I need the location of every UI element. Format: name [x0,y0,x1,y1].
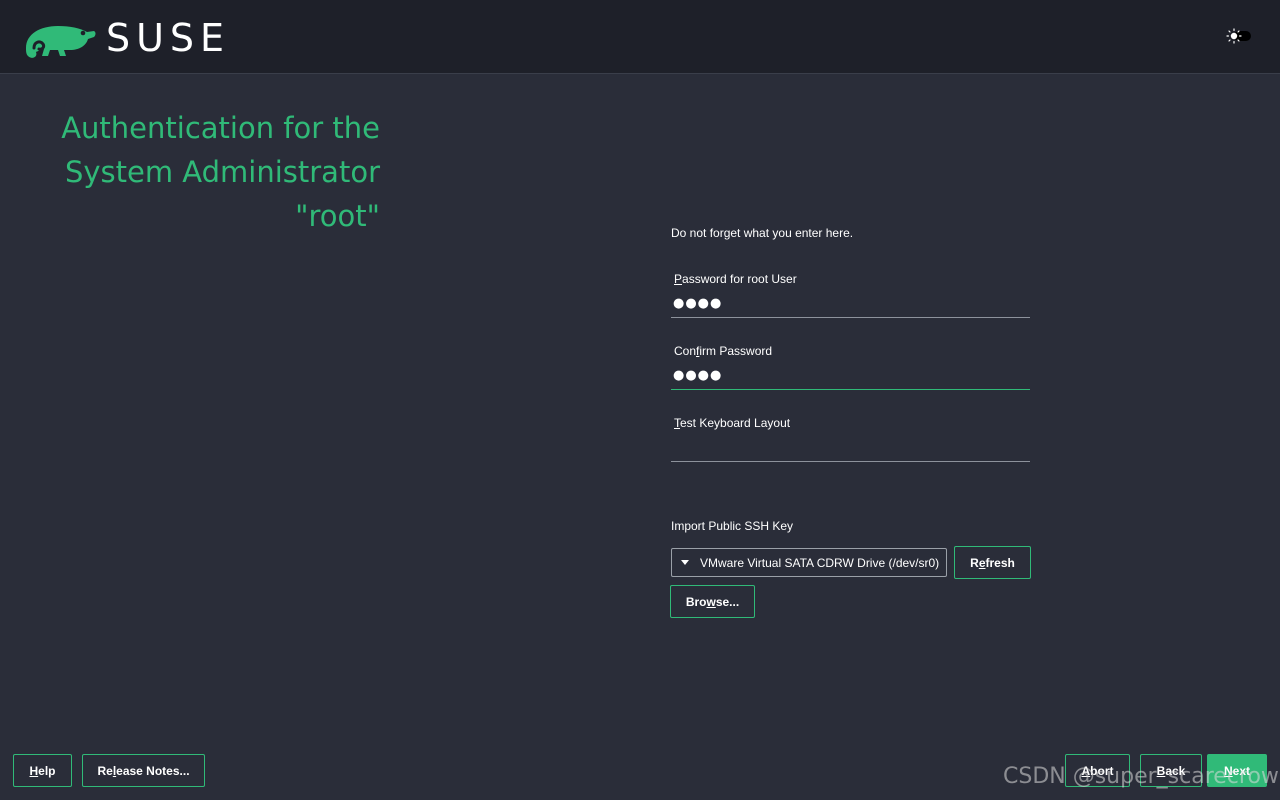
label-text: ease Notes... [116,763,190,778]
brand-name: SUSE [106,16,231,60]
ssh-key-label: Import Public SSH Key [671,519,794,533]
page-title-line: Authentication for the [61,111,380,145]
label-text: se... [715,594,740,609]
label-text: Bro [685,594,707,609]
password-label: Password for root User [674,272,797,286]
sun-theme-toggle-icon[interactable] [1226,28,1252,44]
keyboard-layout-underline [671,461,1030,462]
next-button[interactable]: Next [1207,754,1267,787]
release-notes-button[interactable]: Re l ease Notes... [82,754,205,787]
label-text: est Keyboard Layout [680,416,791,430]
confirm-password-label: Confirm Password [674,344,772,358]
hint-text: Do not forget what you enter here. [671,226,854,240]
mnemonic: P [674,272,683,286]
label-text: bort [1090,763,1114,778]
keyboard-layout-label: Test Keyboard Layout [674,416,790,430]
ssh-device-selected: VMware Virtual SATA CDRW Drive (/dev/sr0… [700,556,940,570]
label-text: R [970,555,979,570]
label-text: Re [97,763,113,778]
help-button[interactable]: Help [13,754,72,787]
mnemonic: A [1081,763,1091,778]
abort-button[interactable]: Abort [1065,754,1130,787]
label-text: ack [1165,763,1186,778]
refresh-button[interactable]: Re fresh [954,546,1031,579]
back-button[interactable]: Back [1140,754,1202,787]
label-text: irm Password [699,344,773,358]
label-text: elp [38,763,56,778]
password-underline [671,317,1030,318]
password-field[interactable]: ●●●● [673,296,1028,318]
ssh-device-select[interactable]: VMware Virtual SATA CDRW Drive (/dev/sr0… [671,548,947,577]
label-text: fresh [985,555,1015,570]
keyboard-layout-field[interactable] [673,440,1028,462]
label-text: ext [1232,763,1250,778]
mnemonic: w [706,594,716,609]
dropdown-arrow-icon [681,560,689,565]
mnemonic: B [1156,763,1166,778]
mnemonic: H [29,763,39,778]
page-title-line: System Administrator [64,155,380,189]
label-text: Con [674,344,697,358]
confirm-password-field[interactable]: ●●●● [673,368,1028,390]
mnemonic: e [978,555,986,570]
top-header: SUSE [0,0,1280,74]
label-text: assword for root User [682,272,797,286]
chameleon-logo-icon [26,26,96,58]
page-title: Authentication for the System Administra… [40,106,380,238]
mnemonic: N [1223,763,1233,778]
page-title-line: "root" [295,199,380,233]
browse-button[interactable]: Bro w se... [670,585,755,618]
confirm-password-underline [671,389,1030,390]
